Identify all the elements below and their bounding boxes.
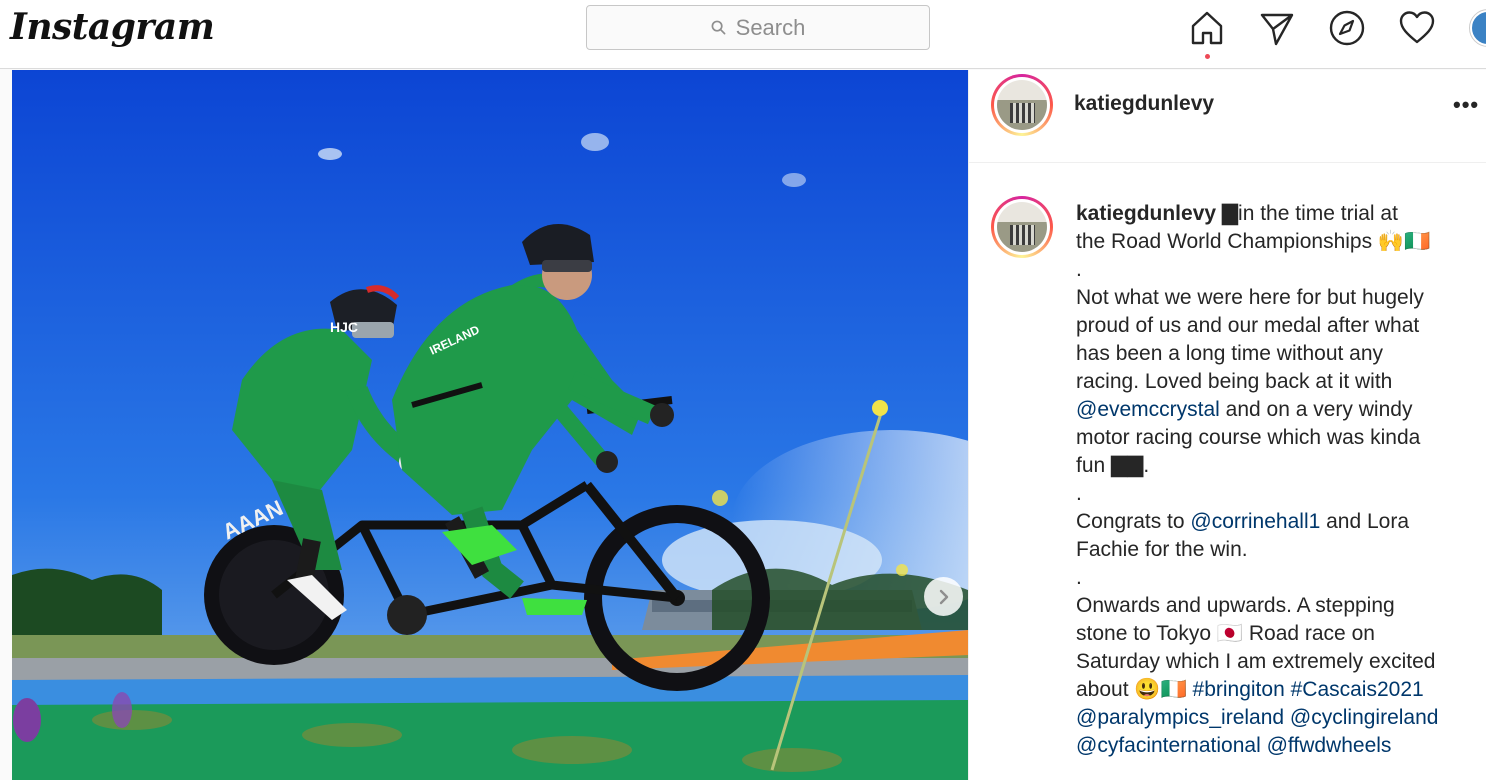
- direct-icon[interactable]: [1257, 8, 1297, 48]
- caption-line: about 😃🇮🇪 #bringiton #Cascais2021: [1076, 676, 1486, 704]
- explore-icon[interactable]: [1327, 8, 1367, 48]
- mention-link[interactable]: @evemccrystal: [1076, 398, 1220, 421]
- caption-line: Onwards and upwards. A stepping: [1076, 592, 1486, 620]
- caption-line: .: [1076, 480, 1486, 508]
- mention-link[interactable]: @paralympics_ireland: [1076, 706, 1284, 729]
- caption-text: Saturday which I am extremely excited: [1076, 650, 1436, 673]
- hashtag-link[interactable]: #Cascais2021: [1291, 678, 1424, 701]
- caption-line: motor racing course which was kinda: [1076, 424, 1486, 452]
- caption-text: .: [1076, 258, 1082, 281]
- caption-line: .: [1076, 256, 1486, 284]
- caption-line: @cyfacinternational @ffwdwheels: [1076, 732, 1486, 760]
- caption-text: .: [1076, 566, 1082, 589]
- post-caption: katiegdunlevy ▇in the time trial at the R…: [1076, 200, 1486, 760]
- search-icon: [711, 20, 726, 35]
- caption-line: proud of us and our medal after what: [1076, 312, 1486, 340]
- search-placeholder: Search: [735, 14, 806, 40]
- activity-heart-icon[interactable]: [1397, 8, 1437, 48]
- caption-text: Onwards and upwards. A stepping: [1076, 594, 1395, 617]
- caption-text: and on a very windy: [1219, 398, 1413, 421]
- caption-text: about 😃🇮🇪: [1076, 678, 1193, 701]
- caption-text: racing. Loved being back at it with: [1076, 370, 1393, 393]
- post-image[interactable]: AAAN HJC IRELAND: [12, 70, 968, 780]
- caption-text: stone to Tokyo 🇯🇵 Road race on: [1076, 622, 1375, 645]
- caption-username[interactable]: katiegdunlevy: [1076, 202, 1222, 225]
- caption-line: fun ▇▇.: [1076, 452, 1486, 480]
- caption-line: Saturday which I am extremely excited: [1076, 648, 1486, 676]
- caption-line: stone to Tokyo 🇯🇵 Road race on: [1076, 620, 1486, 648]
- hashtag-link[interactable]: #bringiton: [1193, 678, 1285, 701]
- instagram-logo[interactable]: Instagram: [10, 6, 215, 48]
- profile-avatar[interactable]: [1469, 9, 1486, 47]
- caption-text: has been a long time without any: [1076, 342, 1384, 365]
- mention-link[interactable]: @cyclingireland: [1290, 706, 1439, 729]
- caption-text: Congrats to: [1076, 510, 1191, 533]
- post-header: katiegdunlevy •••: [969, 70, 1486, 163]
- caption-text: motor racing course which was kinda: [1076, 426, 1421, 449]
- helmet-brand-text: HJC: [330, 319, 358, 335]
- post-side-panel: katiegdunlevy ••• katiegdunlevy ▇in the …: [968, 70, 1486, 780]
- caption-text: Not what we were here for but hugely: [1076, 286, 1424, 309]
- caption-line: Congrats to @corrinehall1 and Lora: [1076, 508, 1486, 536]
- caption-line: @paralympics_ireland @cyclingireland: [1076, 704, 1486, 732]
- caption-line: @evemccrystal and on a very windy: [1076, 396, 1486, 424]
- caption-line: Fachie for the win.: [1076, 536, 1486, 564]
- search-input[interactable]: Search: [586, 5, 930, 50]
- caption-text: fun ▇▇.: [1076, 454, 1150, 477]
- caption-text: proud of us and our medal after what: [1076, 314, 1420, 337]
- caption-avatar[interactable]: [991, 196, 1053, 258]
- caption-text: and Lora: [1320, 510, 1410, 533]
- tandem-cycling-photo: AAAN HJC IRELAND: [12, 70, 968, 780]
- top-nav: Instagram Search: [0, 0, 1486, 69]
- notification-dot: [1205, 54, 1210, 59]
- caption-line: has been a long time without any: [1076, 340, 1486, 368]
- caption-text: ▇in the time trial at: [1221, 202, 1398, 225]
- caption-line: the Road World Championships 🙌🇮🇪: [1076, 228, 1486, 256]
- caption-text: .: [1076, 482, 1082, 505]
- caption-line: Not what we were here for but hugely: [1076, 284, 1486, 312]
- author-username[interactable]: katiegdunlevy: [1074, 92, 1214, 116]
- author-avatar[interactable]: [991, 74, 1053, 136]
- more-options-button[interactable]: •••: [1453, 92, 1479, 118]
- chevron-right-icon: [939, 589, 948, 604]
- next-image-button[interactable]: [924, 577, 963, 616]
- caption-line: racing. Loved being back at it with: [1076, 368, 1486, 396]
- mention-link[interactable]: @ffwdwheels: [1267, 734, 1392, 757]
- caption-text: Fachie for the win.: [1076, 538, 1248, 561]
- mention-link[interactable]: @corrinehall1: [1190, 510, 1320, 533]
- caption-line: .: [1076, 564, 1486, 592]
- caption-line: katiegdunlevy ▇in the time trial at: [1076, 200, 1486, 228]
- home-icon[interactable]: [1187, 8, 1227, 48]
- mention-link[interactable]: @cyfacinternational: [1076, 734, 1261, 757]
- caption-text: the Road World Championships 🙌🇮🇪: [1076, 230, 1431, 253]
